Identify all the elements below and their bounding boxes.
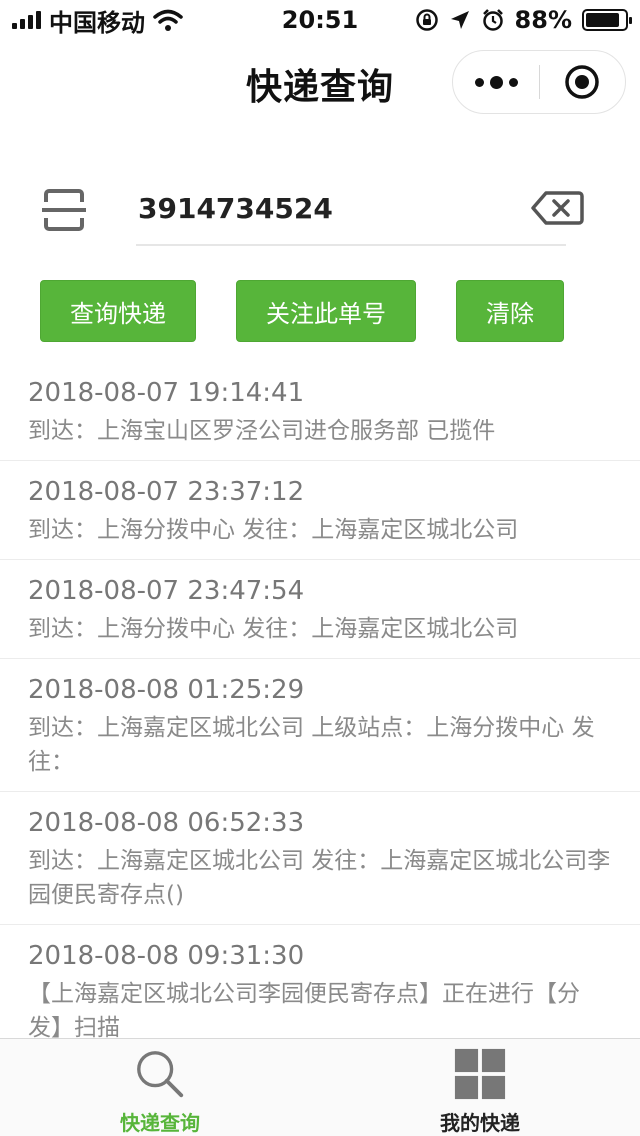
status-time: 20:51 [281, 6, 359, 34]
location-icon [450, 11, 469, 29]
entry-description: 到达：上海分拨中心 发往：上海嘉定区城北公司 [28, 517, 519, 543]
query-express-button[interactable]: 查询快递 [40, 280, 196, 342]
backspace-clear-icon[interactable] [530, 190, 584, 226]
entry-description: 到达：上海宝山区罗泾公司进仓服务部 已揽件 [28, 418, 496, 444]
entry-time: 2018-08-07 23:37:12 [28, 477, 305, 507]
entry-time: 2018-08-08 06:52:33 [28, 808, 305, 838]
tab-my-express[interactable]: 我的快递 [320, 1039, 640, 1136]
entry-description: 到达：上海嘉定区城北公司 上级站点：上海分拨中心 发往： [28, 715, 595, 775]
entry-description: 【上海嘉定区城北公司李园便民寄存点】正在进行【分发】扫描 [28, 981, 580, 1038]
signal-icon [12, 11, 41, 29]
clear-button[interactable]: 清除 [456, 280, 564, 342]
status-bar-right: 88% [415, 6, 632, 34]
status-bar-left: 中国移动 [12, 3, 183, 38]
tab-label: 快递查询 [120, 1111, 200, 1135]
timeline-entry: 2018-08-08 06:52:33 到达：上海嘉定区城北公司 发往：上海嘉定… [0, 792, 640, 925]
follow-number-button[interactable]: 关注此单号 [236, 280, 416, 342]
timeline-entry: 2018-08-07 19:14:41 到达：上海宝山区罗泾公司进仓服务部 已揽… [0, 362, 640, 461]
entry-time: 2018-08-08 01:25:29 [28, 675, 305, 705]
grid-icon [454, 1048, 506, 1100]
timeline-entry: 2018-08-07 23:47:54 到达：上海分拨中心 发往：上海嘉定区城北… [0, 560, 640, 659]
scan-icon[interactable] [40, 186, 88, 234]
nav-bar: 快递查询 [0, 40, 640, 126]
target-close-icon[interactable] [540, 51, 625, 113]
tracking-number-input[interactable] [136, 182, 566, 246]
tab-express-query[interactable]: 快递查询 [0, 1039, 320, 1136]
search-icon [137, 1051, 184, 1098]
entry-time: 2018-08-08 09:31:30 [28, 941, 305, 971]
battery-level [586, 13, 620, 27]
carrier-name: 中国移动 [49, 8, 145, 37]
tracking-timeline[interactable]: 2018-08-07 19:14:41 到达：上海宝山区罗泾公司进仓服务部 已揽… [0, 362, 640, 1038]
more-dots-icon[interactable] [453, 51, 539, 113]
tab-bar: 快递查询 我的快递 [0, 1038, 640, 1136]
battery-icon [582, 9, 632, 31]
mini-program-capsule [452, 50, 626, 114]
timeline-entry: 2018-08-08 01:25:29 到达：上海嘉定区城北公司 上级站点：上海… [0, 659, 640, 792]
status-bar: 中国移动 20:51 88% [0, 0, 640, 40]
orientation-lock-icon [415, 9, 438, 31]
entry-time: 2018-08-07 19:14:41 [28, 378, 305, 408]
entry-time: 2018-08-07 23:47:54 [28, 576, 305, 606]
wifi-icon [153, 9, 183, 31]
battery-percent: 88% [514, 6, 572, 34]
search-row [0, 170, 640, 250]
alarm-icon [482, 9, 503, 31]
entry-description: 到达：上海分拨中心 发往：上海嘉定区城北公司 [28, 616, 519, 642]
entry-description: 到达：上海嘉定区城北公司 发往：上海嘉定区城北公司李园便民寄存点() [28, 848, 611, 908]
timeline-entry: 2018-08-07 23:37:12 到达：上海分拨中心 发往：上海嘉定区城北… [0, 461, 640, 560]
tab-label: 我的快递 [440, 1111, 520, 1135]
timeline-entry: 2018-08-08 09:31:30 【上海嘉定区城北公司李园便民寄存点】正在… [0, 925, 640, 1038]
